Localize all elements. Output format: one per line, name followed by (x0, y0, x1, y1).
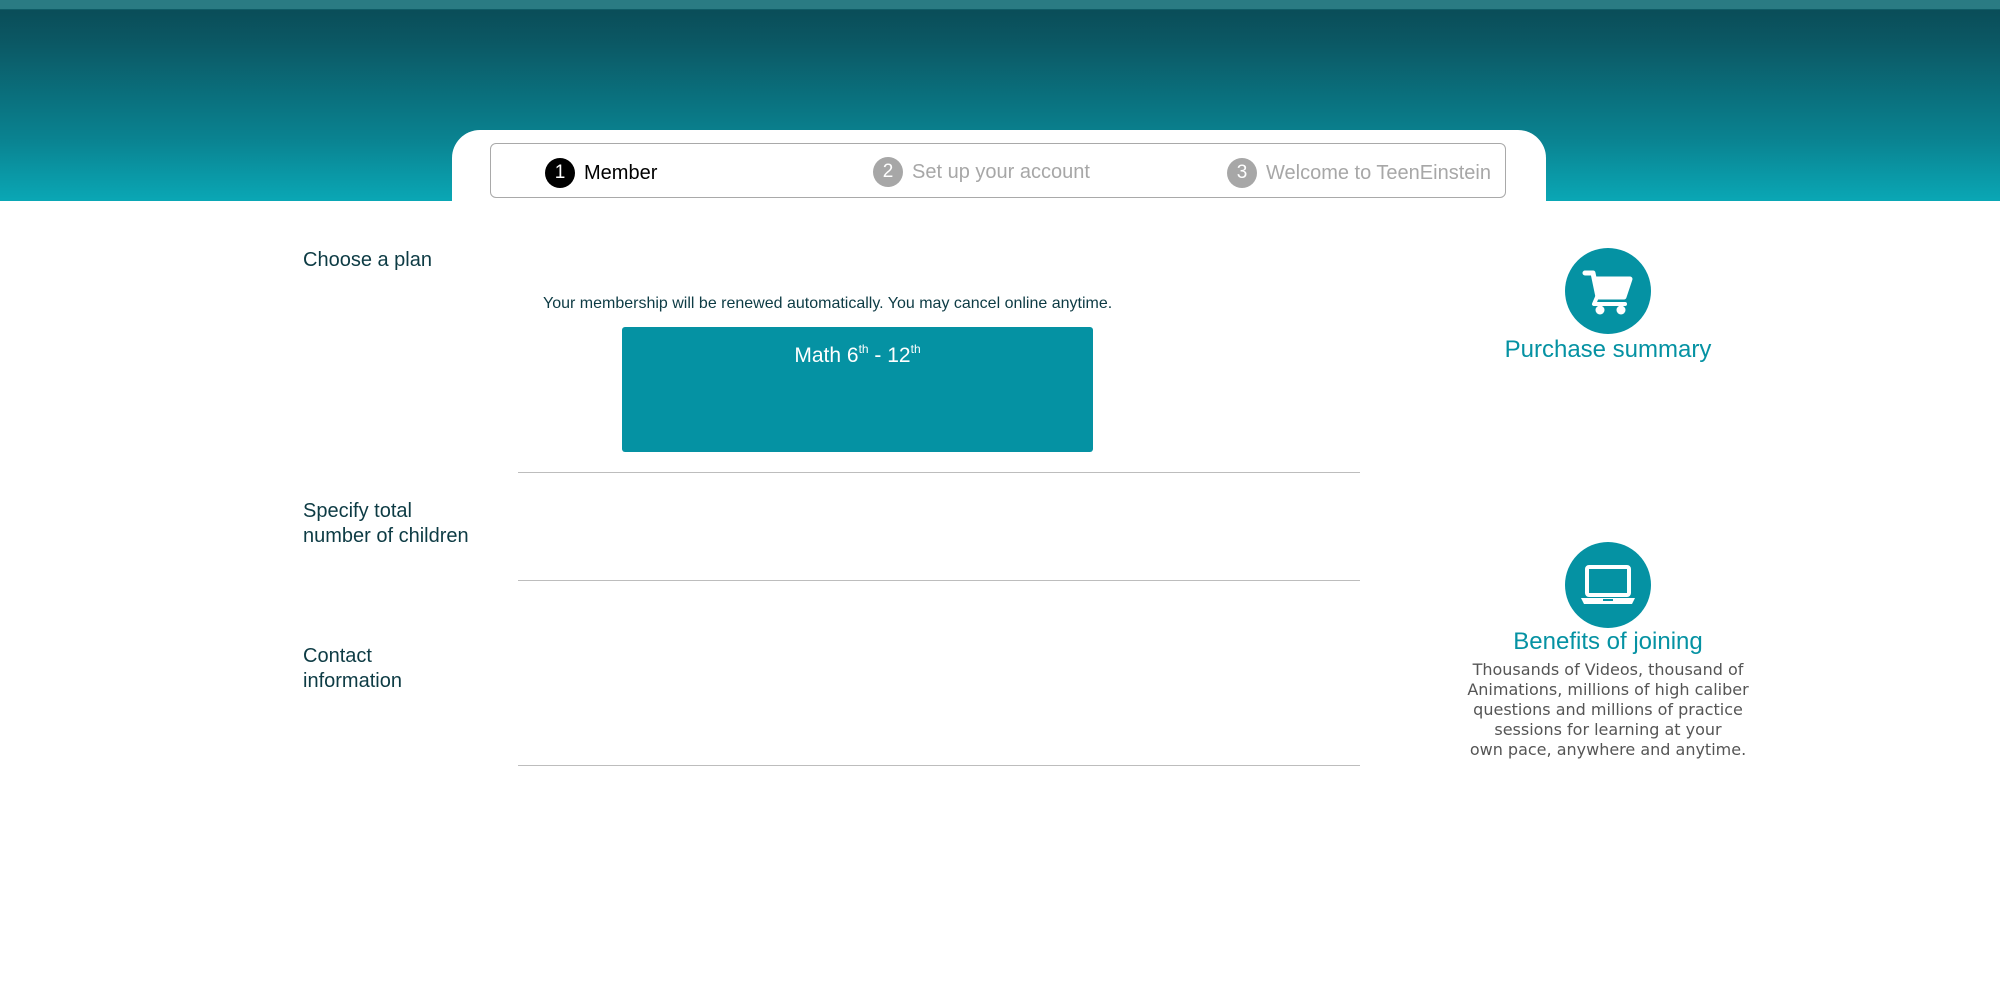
step-label-member: Member (584, 161, 658, 184)
step-label-setup-account: Set up your account (912, 160, 1090, 183)
divider-contact (518, 765, 1360, 766)
purchase-summary-title: Purchase summary (1504, 336, 1712, 363)
laptop-icon (1565, 542, 1651, 628)
choose-plan-label: Choose a plan (303, 249, 432, 271)
step-welcome[interactable]: 3 Welcome to TeenEinstein (1227, 158, 1491, 188)
signup-stepper: 1 Member 2 Set up your account 3 Welcome… (490, 143, 1506, 198)
cart-icon (1565, 248, 1651, 334)
children-count-label: Specify total number of children (303, 500, 469, 547)
step-number-3: 3 (1227, 158, 1257, 188)
contact-info-label: Contact information (303, 645, 402, 692)
step-number-2: 2 (873, 157, 903, 187)
benefits-line: own pace, anywhere and anytime. (1469, 740, 1747, 759)
benefits-line: Thousands of Videos, thousand of (1472, 660, 1744, 679)
plan-name-sup-end: th (910, 342, 921, 356)
step-number-1: 1 (545, 158, 575, 188)
step-member[interactable]: 1 Member (545, 158, 657, 188)
benefits-line: questions and millions of practice (1473, 700, 1743, 719)
plan-name: Math 6th - 12th (622, 342, 1093, 368)
step-label-welcome: Welcome to TeenEinstein (1266, 161, 1491, 184)
benefits-description: Thousands of Videos, thousand of Animati… (1430, 660, 1786, 760)
step-setup-account[interactable]: 2 Set up your account (873, 157, 1090, 187)
benefits-title: Benefits of joining (1513, 628, 1703, 655)
plan-name-sup-start: th (858, 342, 869, 356)
plan-name-start: Math 6 (794, 344, 859, 367)
divider-plan (518, 472, 1360, 473)
divider-children (518, 580, 1360, 581)
plan-name-end: - 12 (868, 344, 911, 367)
benefits-line: sessions for learning at your (1494, 720, 1722, 739)
plan-option-math[interactable]: Math 6th - 12th (622, 327, 1093, 452)
renewal-note: Your membership will be renewed automati… (543, 295, 1113, 312)
benefits-line: Animations, millions of high caliber (1467, 680, 1749, 699)
